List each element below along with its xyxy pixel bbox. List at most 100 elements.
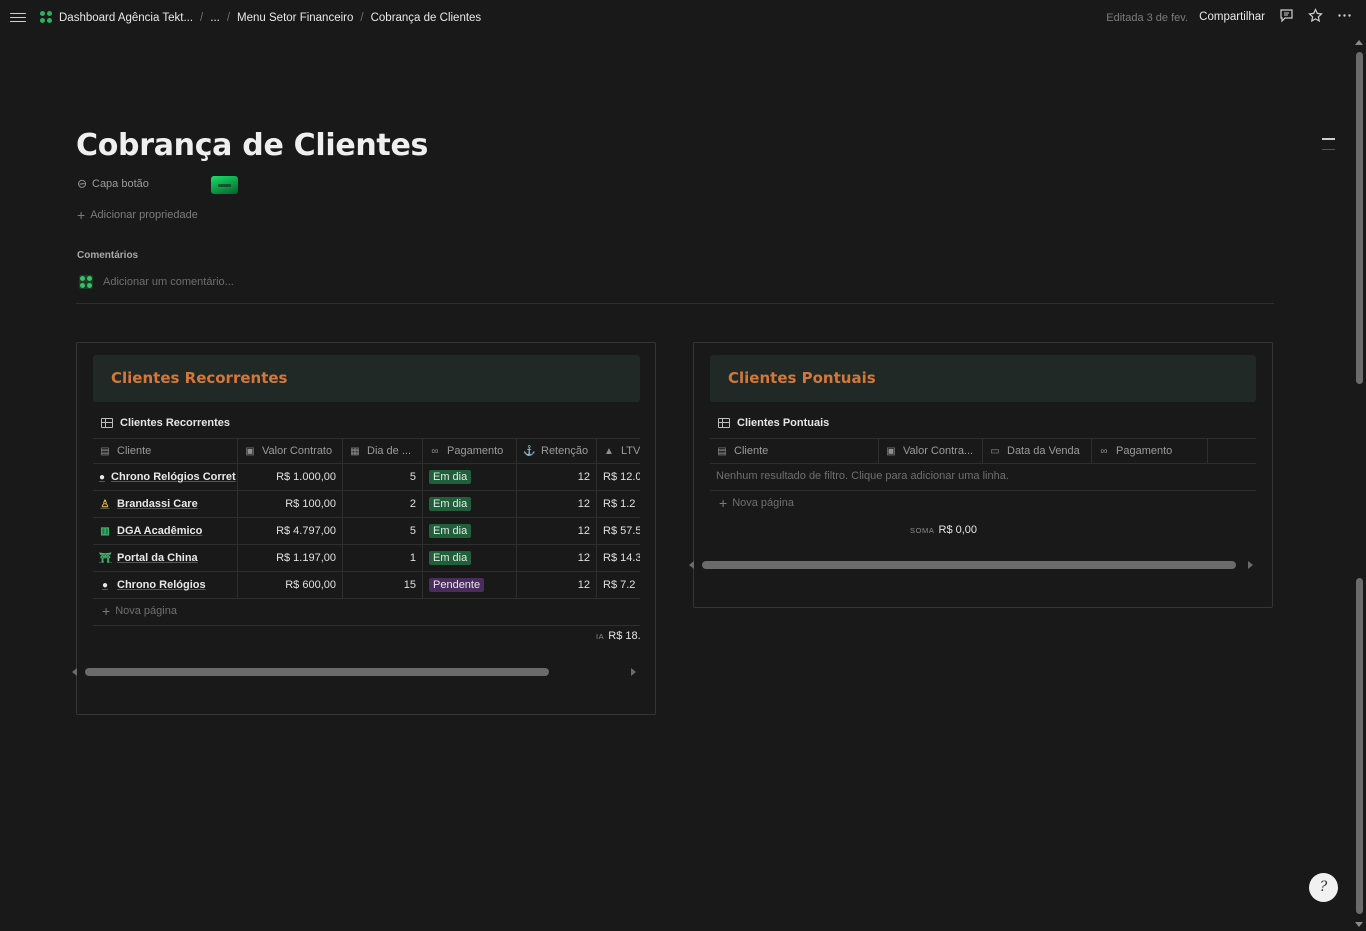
empty-filter-message[interactable]: Nenhum resultado de filtro. Clique para …: [716, 470, 1009, 482]
breadcrumb-item-menu-financeiro[interactable]: Menu Setor Financeiro: [237, 12, 353, 24]
scroll-left-icon[interactable]: [72, 668, 77, 676]
scroll-right-icon[interactable]: [631, 668, 636, 676]
vertical-scrollbar[interactable]: [1352, 36, 1366, 931]
new-page-button[interactable]: + Nova página: [719, 496, 794, 510]
database-title-pontuais[interactable]: Clientes Pontuais: [718, 417, 829, 429]
store-icon: ▤: [717, 445, 727, 457]
new-page-button[interactable]: + Nova página: [102, 603, 177, 619]
cell-retencao[interactable]: 12: [517, 491, 597, 517]
cell-ltv[interactable]: R$ 1.2: [597, 491, 640, 517]
column-header-ltv[interactable]: ▲ LTV: [597, 439, 640, 463]
sum-calculation[interactable]: SOMA R$ 0,00: [910, 524, 977, 536]
breadcrumb: Dashboard Agência Tekt... / ... / Menu S…: [40, 11, 481, 24]
card-clientes-pontuais: Clientes Pontuais Clientes Pontuais ▤ Cli…: [689, 342, 1273, 608]
comment-input[interactable]: Adicionar um comentário...: [79, 275, 234, 289]
cell-valor[interactable]: R$ 600,00: [238, 572, 343, 598]
cell-ltv[interactable]: R$ 12.0: [597, 464, 640, 490]
horizontal-scrollbar[interactable]: [72, 667, 636, 677]
property-row[interactable]: ⊘ Capa botão: [74, 175, 149, 192]
column-header-dia[interactable]: ▦ Dia de ...: [343, 439, 423, 463]
cell-pagamento[interactable]: Pendente: [423, 572, 517, 598]
cell-valor[interactable]: R$ 4.797,00: [238, 518, 343, 544]
scrollbar-thumb[interactable]: [85, 668, 549, 676]
cell-dia[interactable]: 1: [343, 545, 423, 571]
scroll-down-icon[interactable]: [1355, 922, 1363, 927]
calendar-icon: ▦: [350, 445, 360, 457]
scroll-right-icon[interactable]: [1248, 561, 1253, 569]
database-title-recorrentes[interactable]: Clientes Recorrentes: [101, 417, 230, 429]
cell-cliente[interactable]: ♙ Brandassi Care: [93, 491, 238, 517]
table-row[interactable]: ⛩ Portal da China R$ 1.197,00 1 Em dia 12…: [93, 545, 640, 572]
page-title[interactable]: Cobrança de Clientes: [76, 128, 428, 163]
cell-pagamento[interactable]: Em dia: [423, 518, 517, 544]
comment-icon[interactable]: [1277, 8, 1295, 26]
sum-calculation[interactable]: IA R$ 18.: [596, 630, 641, 642]
scrollbar-thumb[interactable]: [1356, 52, 1363, 384]
cell-ltv[interactable]: R$ 14.3: [597, 545, 640, 571]
cell-retencao[interactable]: 12: [517, 572, 597, 598]
more-icon[interactable]: [1335, 8, 1353, 26]
horizontal-scrollbar[interactable]: [689, 560, 1253, 570]
column-header-valor[interactable]: ▣ Valor Contra...: [879, 439, 983, 463]
table-row[interactable]: ● Chrono Relógios Corret R$ 1.000,00 5 Em…: [93, 464, 640, 491]
avatar: [79, 275, 93, 289]
cell-valor[interactable]: R$ 100,00: [238, 491, 343, 517]
cell-cliente[interactable]: ● Chrono Relógios Corret: [93, 464, 238, 490]
column-header-cliente[interactable]: ▤ Cliente: [710, 439, 879, 463]
cell-ltv[interactable]: R$ 57.5: [597, 518, 640, 544]
column-header-data-venda[interactable]: ▭ Data da Venda: [983, 439, 1092, 463]
cell-cliente[interactable]: ⛩ Portal da China: [93, 545, 238, 571]
table-of-contents-line: [1322, 149, 1335, 150]
cell-valor[interactable]: R$ 1.197,00: [238, 545, 343, 571]
plus-icon: +: [102, 603, 111, 619]
star-icon[interactable]: [1306, 8, 1324, 26]
empty-row[interactable]: Nenhum resultado de filtro. Clique para …: [710, 464, 1256, 491]
help-icon[interactable]: ?: [1309, 873, 1338, 902]
share-button[interactable]: Compartilhar: [1199, 11, 1265, 23]
cell-cliente[interactable]: ● Chrono Relógios: [93, 572, 238, 598]
breadcrumb-item-ellipsis[interactable]: ...: [210, 12, 220, 24]
table-row[interactable]: ● Chrono Relógios R$ 600,00 15 Pendente 1…: [93, 572, 640, 599]
cell-ltv[interactable]: R$ 7.2: [597, 572, 640, 598]
add-property-label: Adicionar propriedade: [90, 209, 198, 221]
cell-pagamento[interactable]: Em dia: [423, 491, 517, 517]
column-header-retencao[interactable]: ⚓ Retenção: [517, 439, 597, 463]
scroll-left-icon[interactable]: [689, 561, 694, 569]
cell-cliente[interactable]: ▥ DGA Acadêmico: [93, 518, 238, 544]
cell-retencao[interactable]: 12: [517, 518, 597, 544]
new-page-row[interactable]: + Nova página: [93, 599, 640, 626]
scroll-up-icon[interactable]: [1355, 40, 1363, 45]
breadcrumb-item-dashboard[interactable]: Dashboard Agência Tekt...: [59, 12, 193, 24]
table-row[interactable]: ♙ Brandassi Care R$ 100,00 2 Em dia 12 R$…: [93, 491, 640, 518]
cell-retencao[interactable]: 12: [517, 545, 597, 571]
breadcrumb-item-current[interactable]: Cobrança de Clientes: [371, 12, 482, 24]
add-property-button[interactable]: + Adicionar propriedade: [77, 208, 198, 222]
menu-icon[interactable]: [10, 10, 26, 24]
header-label: Dia de ...: [367, 445, 412, 457]
anchor-icon: ⚓: [523, 445, 536, 457]
cell-retencao[interactable]: 12: [517, 464, 597, 490]
cliente-name: Chrono Relógios: [117, 579, 206, 591]
cell-dia[interactable]: 2: [343, 491, 423, 517]
cell-pagamento[interactable]: Em dia: [423, 464, 517, 490]
scrollbar-thumb[interactable]: [702, 561, 1236, 569]
column-header-valor[interactable]: ▣ Valor Contrato: [238, 439, 343, 463]
table-row[interactable]: ▥ DGA Acadêmico R$ 4.797,00 5 Em dia 12 R…: [93, 518, 640, 545]
money-icon: ▣: [886, 445, 896, 457]
column-header-pagamento[interactable]: ∞ Pagamento: [1092, 439, 1208, 463]
column-header-pagamento[interactable]: ∞ Pagamento: [423, 439, 517, 463]
scrollbar-thumb-lower[interactable]: [1356, 578, 1363, 914]
cell-dia[interactable]: 5: [343, 518, 423, 544]
table-of-contents-icon[interactable]: [1322, 138, 1335, 140]
cell-dia[interactable]: 5: [343, 464, 423, 490]
cell-valor[interactable]: R$ 1.000,00: [238, 464, 343, 490]
sum-label: SOMA: [910, 526, 935, 535]
cell-pagamento[interactable]: Em dia: [423, 545, 517, 571]
cliente-name: Brandassi Care: [117, 498, 198, 510]
column-header-cliente[interactable]: ▤ Cliente: [93, 439, 238, 463]
cover-button-image[interactable]: [211, 176, 238, 194]
cell-dia[interactable]: 15: [343, 572, 423, 598]
table-icon: [101, 418, 113, 428]
new-page-row[interactable]: + Nova página: [710, 491, 1256, 518]
workspace-icon: [40, 11, 53, 24]
